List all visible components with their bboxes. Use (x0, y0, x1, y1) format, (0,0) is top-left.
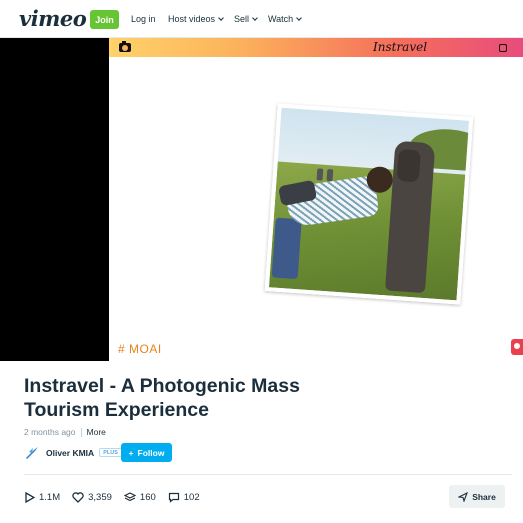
login-link[interactable]: Log in (131, 14, 156, 24)
distant-statue (326, 169, 334, 182)
share-icon (458, 491, 469, 502)
owner-avatar[interactable] (24, 445, 40, 461)
clip-stats: 1.1M 3,359 160 102 (24, 490, 212, 504)
clip-meta: 2 months ago More (24, 427, 106, 437)
plays-count: 1.1M (39, 491, 61, 503)
more-link[interactable]: More (87, 427, 106, 437)
join-button[interactable]: Join (90, 10, 119, 29)
collections-count: 160 (139, 491, 156, 503)
inbox-icon (499, 44, 507, 52)
layers-icon (123, 491, 136, 501)
camera-icon (119, 41, 131, 52)
plays-stat: 1.1M (24, 491, 61, 503)
person-legs (271, 217, 302, 280)
section-divider (24, 474, 512, 475)
collections-stat[interactable]: 160 (123, 491, 156, 503)
instagram-style-bar: Instravel (109, 38, 523, 57)
share-button[interactable]: Share (449, 485, 505, 508)
host-videos-menu[interactable]: Host videos (168, 14, 224, 24)
vimeo-logo[interactable]: vimeo (19, 6, 87, 31)
chevron-down-icon (252, 14, 258, 21)
top-nav-bar: vimeo Join Log in Host videos Sell Watch (0, 0, 523, 38)
chevron-down-icon (296, 14, 303, 21)
posted-date: 2 months ago (24, 427, 76, 437)
host-videos-label: Host videos (168, 14, 216, 24)
comments-stat[interactable]: 102 (168, 492, 200, 503)
sell-label: Sell (234, 14, 250, 24)
login-label: Log in (131, 14, 156, 24)
sell-menu[interactable]: Sell (234, 14, 258, 24)
owner-name[interactable]: Oliver KMIA (46, 448, 94, 458)
distant-statue (316, 168, 324, 181)
play-icon (25, 491, 35, 503)
video-hashtag: # MOAI (118, 342, 162, 356)
plus-badge: PLUS (99, 448, 122, 457)
share-label: Share (472, 491, 496, 502)
side-feedback-tab[interactable] (511, 339, 523, 355)
moai-photo (264, 103, 474, 305)
video-player[interactable]: Instravel # MOAI (0, 38, 523, 361)
chevron-down-icon (218, 14, 224, 21)
clip-title: Instravel - A Photogenic Mass Tourism Ex… (24, 375, 300, 421)
likes-stat[interactable]: 3,359 (72, 492, 112, 503)
heart-icon (72, 491, 84, 503)
owner-row: Oliver KMIA PLUS (24, 443, 122, 462)
follow-label: Follow (137, 447, 165, 458)
comments-count: 102 (183, 491, 200, 503)
follow-button[interactable]: + Follow (121, 443, 172, 462)
watch-menu[interactable]: Watch (268, 14, 303, 24)
likes-count: 3,359 (88, 491, 112, 503)
comment-icon (168, 492, 179, 503)
video-brand: Instravel (373, 40, 428, 54)
watch-label: Watch (268, 14, 294, 24)
plus-icon: + (128, 447, 134, 458)
video-frame[interactable]: Instravel # MOAI (109, 38, 523, 361)
meta-divider (80, 427, 82, 437)
